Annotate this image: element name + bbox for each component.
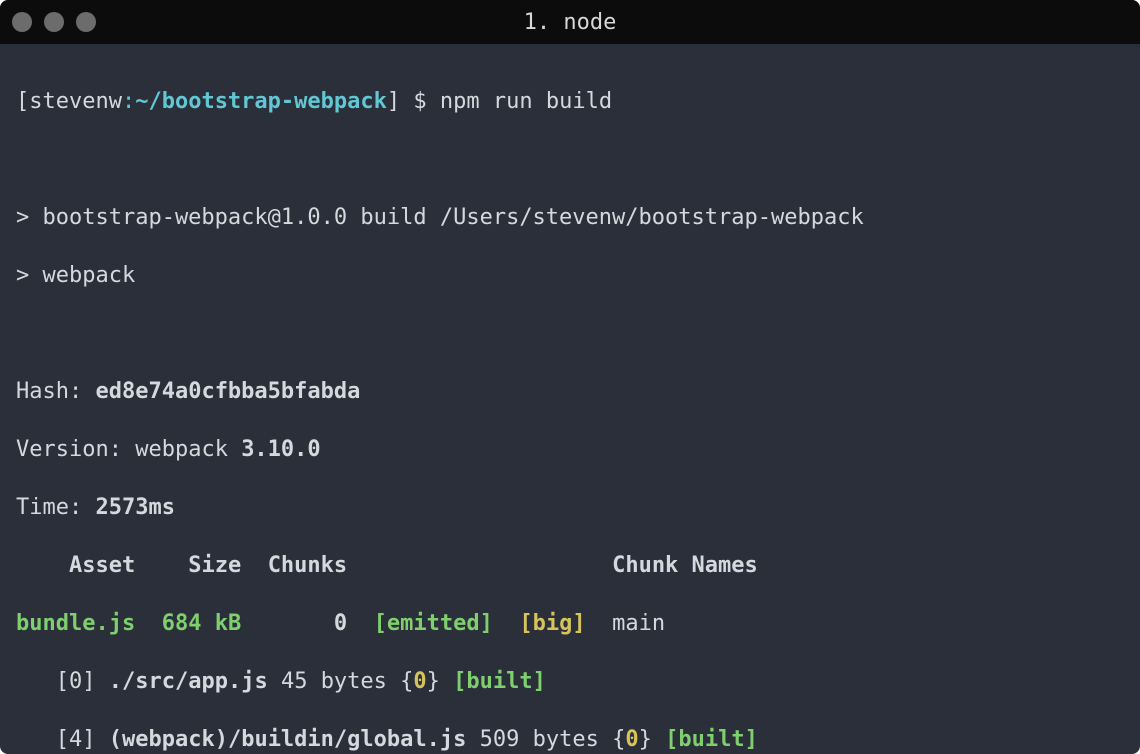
prompt-sep: :: [122, 89, 135, 114]
terminal-window: 1. node [stevenw:~/bootstrap-webpack] $ …: [0, 0, 1140, 754]
bundle-chunk-name: main: [612, 611, 665, 636]
prompt-user: stevenw: [29, 89, 122, 114]
prompt-line: [stevenw:~/bootstrap-webpack] $ npm run …: [16, 87, 1124, 116]
zoom-icon[interactable]: [76, 12, 96, 32]
minimize-icon[interactable]: [44, 12, 64, 32]
prompt-path: ~/bootstrap-webpack: [135, 89, 387, 114]
window-title: 1. node: [0, 10, 1140, 35]
time-line: Time: 2573ms: [16, 493, 1124, 522]
module-row: [0] ./src/app.js 45 bytes {0} [built]: [16, 667, 1124, 696]
banner-line-2: > webpack: [16, 261, 1124, 290]
close-icon[interactable]: [12, 12, 32, 32]
bundle-row: bundle.js 684 kB 0 [emitted] [big] main: [16, 609, 1124, 638]
terminal-body[interactable]: [stevenw:~/bootstrap-webpack] $ npm run …: [0, 44, 1140, 754]
prompt-symbol: $: [413, 89, 426, 114]
version-line: Version: webpack 3.10.0: [16, 435, 1124, 464]
titlebar: 1. node: [0, 0, 1140, 44]
blank-line: [16, 319, 1124, 348]
traffic-lights: [12, 12, 96, 32]
big-tag: [big]: [519, 611, 585, 636]
table-header: Asset Size Chunks Chunk Names: [16, 551, 1124, 580]
bundle-asset: bundle.js: [16, 611, 135, 636]
module-row: [4] (webpack)/buildin/global.js 509 byte…: [16, 725, 1124, 754]
built-tag: [built]: [453, 669, 546, 694]
hash-line: Hash: ed8e74a0cfbba5bfabda: [16, 377, 1124, 406]
version-value: 3.10.0: [241, 437, 320, 462]
bundle-size: 684 kB: [162, 611, 241, 636]
command-text: npm run build: [440, 89, 612, 114]
hash-value: ed8e74a0cfbba5bfabda: [95, 379, 360, 404]
banner-line-1: > bootstrap-webpack@1.0.0 build /Users/s…: [16, 203, 1124, 232]
built-tag: [built]: [665, 727, 758, 752]
bundle-chunk: 0: [334, 611, 347, 636]
blank-line: [16, 145, 1124, 174]
time-value: 2573ms: [95, 495, 174, 520]
emitted-tag: [emitted]: [374, 611, 493, 636]
